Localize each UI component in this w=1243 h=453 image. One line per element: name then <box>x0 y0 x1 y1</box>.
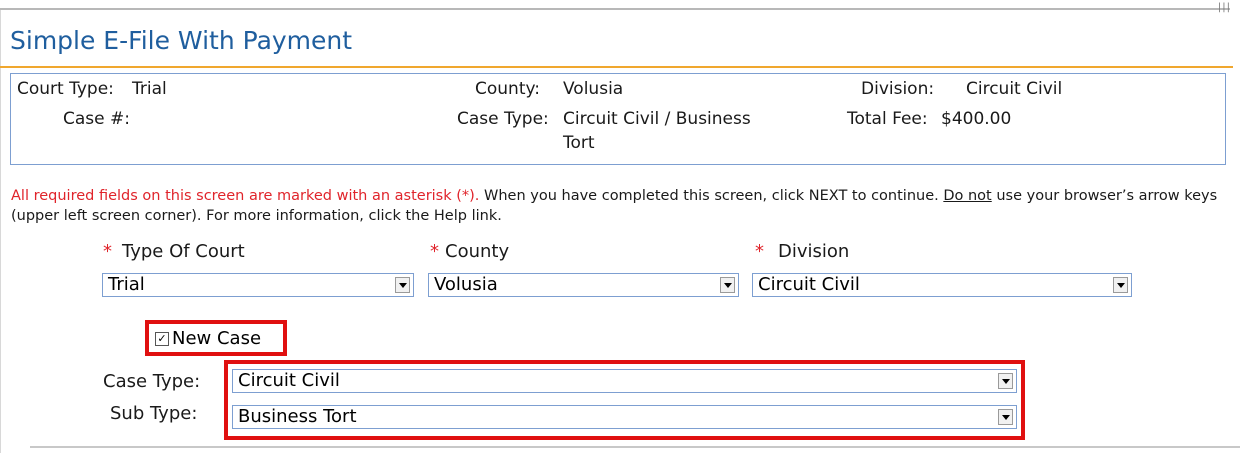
case-number-label: Case #: <box>63 109 130 129</box>
chevron-down-icon[interactable] <box>998 409 1013 425</box>
chevron-down-icon[interactable] <box>720 277 735 293</box>
case-type-field-label: Case Type: <box>103 371 201 392</box>
page-title: Simple E-File With Payment <box>10 26 353 55</box>
required-asterisk: * <box>430 241 439 262</box>
sub-type-select[interactable]: Business Tort <box>232 405 1017 429</box>
county-select[interactable]: Volusia <box>428 273 739 297</box>
top-border <box>0 8 1230 10</box>
division-select[interactable]: Circuit Civil <box>752 273 1132 297</box>
sub-type-field-label: Sub Type: <box>110 403 198 424</box>
sub-type-selected: Business Tort <box>238 406 357 427</box>
division-label: Division: <box>861 79 935 99</box>
new-case-label[interactable]: New Case <box>172 328 261 349</box>
case-type-selected: Circuit Civil <box>238 370 340 391</box>
case-type-value-line1: Circuit Civil / Business <box>563 109 751 129</box>
case-type-value-line2: Tort <box>563 133 595 153</box>
chevron-down-icon[interactable] <box>1113 277 1128 293</box>
county-field-label-text: County <box>445 241 510 262</box>
type-of-court-label: * Type Of Court <box>103 241 245 262</box>
instructions-text: All required fields on this screen are m… <box>11 186 1226 226</box>
chevron-down-icon[interactable] <box>998 373 1013 389</box>
county-value: Volusia <box>563 79 624 99</box>
court-type-value: Trial <box>132 79 167 99</box>
division-field-label-text: Division <box>778 241 850 262</box>
case-summary-panel: Court Type: Trial Case #: County: Volusi… <box>10 73 1226 165</box>
total-fee-label: Total Fee: <box>847 109 928 129</box>
do-not-emphasis: Do not <box>943 188 992 204</box>
division-value: Circuit Civil <box>966 79 1063 99</box>
type-of-court-selected: Trial <box>108 274 145 295</box>
title-divider <box>0 66 1233 68</box>
left-border <box>0 10 1 453</box>
court-type-label: Court Type: <box>17 79 114 99</box>
new-case-checkbox[interactable]: ✓ <box>155 332 169 346</box>
required-asterisk: * <box>103 241 112 262</box>
type-of-court-select[interactable]: Trial <box>102 273 414 297</box>
case-type-label: Case Type: <box>457 109 549 129</box>
case-type-select[interactable]: Circuit Civil <box>232 369 1017 393</box>
required-fields-note: All required fields on this screen are m… <box>11 188 480 204</box>
bottom-divider <box>30 446 1240 448</box>
continue-note: When you have completed this screen, cli… <box>479 188 944 204</box>
county-selected: Volusia <box>434 274 498 295</box>
division-selected: Circuit Civil <box>758 274 860 295</box>
corner-glyph: ||| <box>1217 2 1231 13</box>
county-label: County: <box>475 79 541 99</box>
required-asterisk: * <box>755 241 764 262</box>
total-fee-value: $400.00 <box>941 109 1012 129</box>
type-of-court-label-text: Type Of Court <box>122 241 245 262</box>
division-field-label: * Division <box>755 241 849 262</box>
chevron-down-icon[interactable] <box>395 277 410 293</box>
county-field-label: * County <box>430 241 509 262</box>
